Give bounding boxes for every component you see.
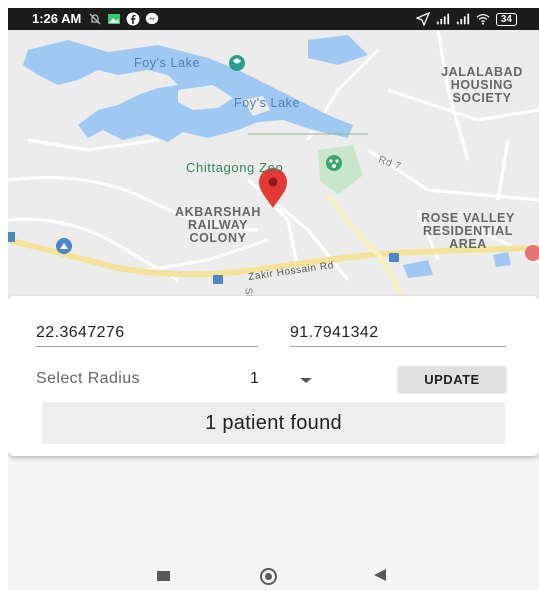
map-view[interactable]: Foy's Lake Foy's Lake JALALABAD HOUSING … (8, 30, 539, 308)
radius-select[interactable]: 1 (250, 370, 259, 388)
latitude-field[interactable]: 22.3647276 (36, 320, 258, 347)
battery-indicator: 34 (495, 12, 517, 26)
longitude-field[interactable]: 91.7941342 (290, 320, 506, 347)
location-arrow-icon (415, 12, 430, 26)
messenger-icon (145, 12, 159, 25)
map-label-foys-lake: Foy's Lake (234, 96, 301, 110)
map-label-jalalabad: JALALABAD HOUSING SOCIETY (441, 65, 523, 105)
map-label-foys-lake-poi: Foy's Lake (134, 56, 201, 70)
chevron-down-icon[interactable] (300, 378, 312, 383)
signal-icon (456, 13, 469, 25)
map-label-akbarshah: AKBARSHAH RAILWAY COLONY (175, 205, 261, 245)
app-screen: 1:26 AM 34 Foy's Lake Foy's Lake JALALAB… (8, 8, 539, 590)
facebook-icon (126, 12, 140, 26)
wifi-icon (476, 14, 490, 25)
navigation-bar (8, 563, 539, 590)
map-label-rose-valley: ROSE VALLEY RESIDENTIAL AREA (421, 211, 515, 251)
select-radius-label: Select Radius (36, 370, 140, 387)
status-time: 1:26 AM (32, 11, 82, 26)
status-left-icons (88, 11, 159, 27)
update-button[interactable]: UPDATE (398, 366, 506, 392)
latitude-value: 22.3647276 (36, 324, 125, 341)
status-right-icons: 34 (415, 11, 517, 27)
home-circle-icon[interactable] (260, 568, 277, 585)
result-text: 1 patient found (42, 402, 505, 444)
recents-square-icon[interactable] (157, 571, 170, 581)
image-icon (108, 14, 120, 24)
notification-muted-icon (89, 13, 101, 25)
signal-icon (436, 13, 449, 25)
back-triangle-icon[interactable] (374, 569, 386, 581)
longitude-value: 91.7941342 (290, 324, 379, 341)
status-bar: 1:26 AM 34 (8, 8, 539, 30)
map-label-zoo: Chittagong Zoo (186, 160, 284, 175)
search-card: 22.3647276 91.7941342 Select Radius 1 UP… (8, 296, 539, 456)
